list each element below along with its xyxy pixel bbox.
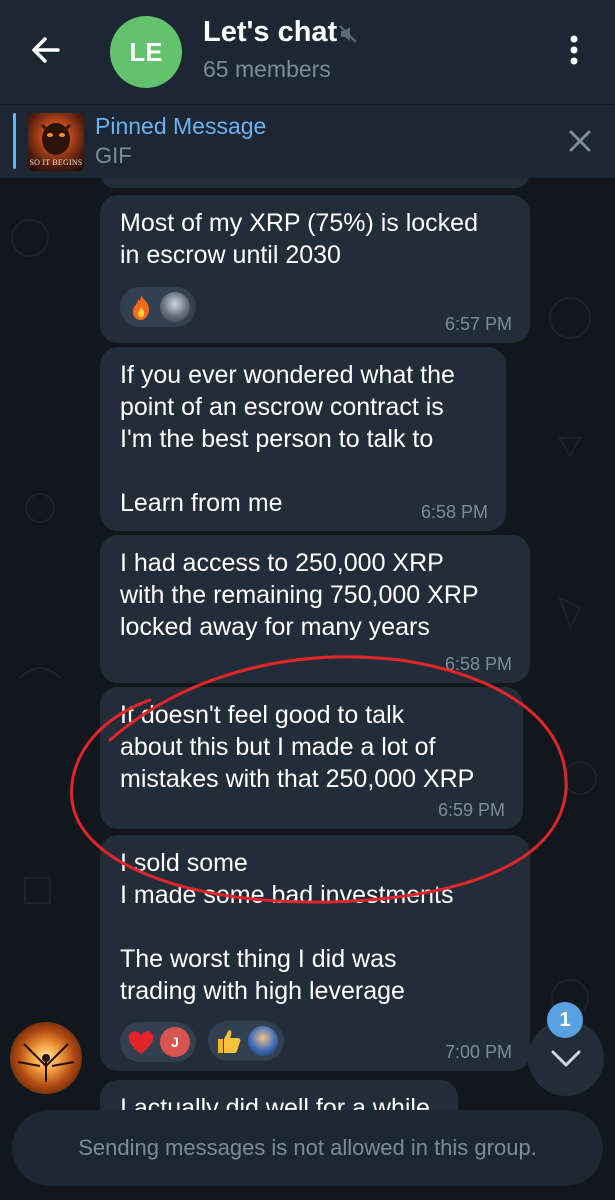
reaction-heart[interactable]: J bbox=[120, 1022, 196, 1062]
reaction-user-avatar bbox=[160, 292, 190, 322]
chat-title[interactable]: Let's chat bbox=[203, 16, 337, 49]
chevron-down-icon bbox=[551, 1050, 581, 1067]
more-vertical-icon bbox=[570, 35, 578, 65]
message-text: Most of my XRP (75%) is locked in escrow… bbox=[120, 209, 478, 269]
pinned-close-button[interactable] bbox=[566, 127, 594, 155]
notice-text: Sending messages is not allowed in this … bbox=[78, 1135, 537, 1160]
unread-count-badge: 1 bbox=[547, 1002, 583, 1038]
message-time: 7:00 PM bbox=[444, 1042, 512, 1062]
more-menu-button[interactable] bbox=[556, 30, 592, 70]
group-avatar[interactable]: LE bbox=[110, 16, 182, 88]
pinned-subtitle: GIF bbox=[95, 143, 132, 168]
message-text: It doesn't feel good to talk about this … bbox=[120, 701, 475, 793]
message-text: If you ever wondered what the point of a… bbox=[120, 361, 455, 517]
reaction-thumbs-up[interactable] bbox=[208, 1021, 285, 1061]
message-bubble[interactable]: If you ever wondered what the point of a… bbox=[100, 347, 506, 531]
pinned-gif-caption: SO IT BEGINS bbox=[29, 158, 83, 167]
message-bubble[interactable]: I had access to 250,000 XRP with the rem… bbox=[100, 535, 530, 683]
chat-header: LE Let's chat 65 members bbox=[0, 0, 615, 104]
message-list[interactable]: Most of my XRP (75%) is locked in escrow… bbox=[0, 178, 615, 1200]
message-text: I had access to 250,000 XRP with the rem… bbox=[120, 549, 479, 641]
reaction-user-avatar-j: J bbox=[160, 1027, 190, 1057]
thumbs-up-emoji-icon bbox=[214, 1026, 244, 1056]
member-count: 65 members bbox=[203, 56, 331, 82]
message-bubble-partial[interactable] bbox=[100, 178, 530, 188]
message-bubble[interactable]: I sold some I made some bad investments … bbox=[100, 835, 530, 1071]
messaging-disabled-notice: Sending messages is not allowed in this … bbox=[12, 1110, 603, 1186]
pinned-indicator bbox=[13, 113, 16, 169]
message-time: 6:58 PM bbox=[444, 654, 512, 674]
message-bubble[interactable]: Most of my XRP (75%) is locked in escrow… bbox=[100, 195, 530, 343]
heart-emoji-icon bbox=[126, 1027, 156, 1057]
pinned-title: Pinned Message bbox=[95, 113, 267, 139]
muted-speaker-icon bbox=[339, 25, 357, 43]
reaction-user-avatar bbox=[248, 1026, 279, 1056]
pinned-message-bar[interactable]: SO IT BEGINS Pinned Message GIF bbox=[0, 104, 615, 178]
reaction-fire[interactable] bbox=[120, 287, 196, 327]
message-text: I sold some I made some bad investments … bbox=[120, 849, 454, 1005]
pinned-gif-thumbnail[interactable]: SO IT BEGINS bbox=[28, 113, 84, 171]
message-time: 6:57 PM bbox=[444, 314, 512, 334]
close-icon bbox=[569, 130, 591, 152]
arrow-left-icon bbox=[32, 37, 60, 63]
message-time: 6:59 PM bbox=[437, 800, 505, 820]
message-bubble[interactable]: It doesn't feel good to talk about this … bbox=[100, 687, 523, 829]
back-button[interactable] bbox=[26, 30, 66, 70]
group-avatar-initials: LE bbox=[129, 36, 163, 67]
phoenix-avatar-image bbox=[17, 1043, 75, 1082]
sender-avatar[interactable] bbox=[10, 1022, 82, 1094]
message-time: 6:58 PM bbox=[420, 502, 488, 522]
fire-emoji-icon bbox=[126, 292, 156, 322]
